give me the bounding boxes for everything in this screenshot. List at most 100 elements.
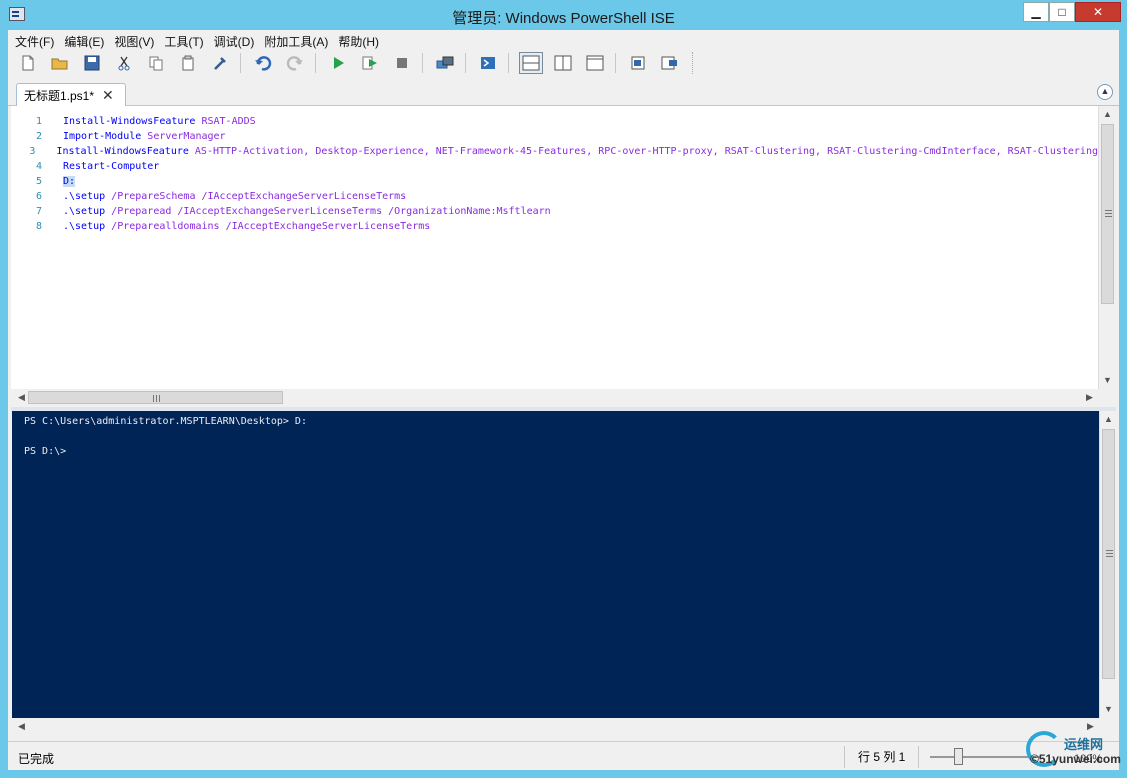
zoom-slider-thumb[interactable] [954, 748, 963, 765]
line-number: 8 [35, 221, 42, 232]
editor-vscroll-thumb[interactable] [1101, 124, 1114, 304]
status-bar: 已完成 行 5 列 1 100% [8, 741, 1119, 770]
clear-icon[interactable] [208, 52, 232, 74]
copy-icon[interactable] [144, 52, 168, 74]
scroll-down-icon[interactable]: ▼ [1100, 701, 1117, 718]
toolbar [8, 50, 1119, 76]
code-args: /PrepareSchema /IAcceptExchangeServerLic… [105, 191, 407, 202]
code-line: 8 .\setup /Preparealldomains /IAcceptExch… [11, 219, 1098, 234]
show-command-icon[interactable] [626, 52, 650, 74]
menu-edit[interactable]: 编辑(E) [61, 30, 111, 50]
console-vscroll-thumb[interactable] [1102, 429, 1115, 679]
menu-tools[interactable]: 工具(T) [161, 30, 210, 50]
toolbar-separator [240, 53, 241, 73]
collapse-script-pane-icon[interactable]: ▲ [1097, 84, 1113, 100]
code-args: /Preparead /IAcceptExchangeServerLicense… [105, 206, 551, 217]
watermark-logo: 运维网 ©51yunwei.com [1020, 728, 1121, 774]
new-file-icon[interactable] [16, 52, 40, 74]
console-vertical-scrollbar[interactable]: ▲ ▼ [1099, 411, 1117, 718]
open-folder-icon[interactable] [48, 52, 72, 74]
undo-icon[interactable] [251, 52, 275, 74]
menu-file[interactable]: 文件(F) [12, 30, 61, 50]
run-script-icon[interactable] [326, 52, 350, 74]
toolbar-separator [465, 53, 466, 73]
toolbar-separator [422, 53, 423, 73]
layout-top-icon[interactable] [519, 52, 543, 74]
code-cmd: Install-WindowsFeature [56, 146, 189, 157]
menu-debug[interactable]: 调试(D) [211, 30, 262, 50]
watermark-sub: ©51yunwei.com [1030, 752, 1121, 766]
toolbar-separator [315, 53, 316, 73]
editor-hscroll-thumb[interactable] [28, 391, 283, 404]
script-tab-strip: 无标题1.ps1* ✕ ▲ [8, 78, 1119, 107]
code-line: 7 .\setup /Preparead /IAcceptExchangeServ… [11, 204, 1098, 219]
code-cmd: .\setup [63, 191, 106, 202]
code-args: ServerManager [141, 131, 226, 142]
code-cmd: .\setup [63, 206, 106, 217]
close-window-button[interactable]: ✕ [1075, 2, 1121, 22]
window-controls: ▁ □ ✕ [1023, 2, 1121, 22]
code-cmd: Import-Module [63, 131, 142, 142]
tab-label: 无标题1.ps1* [24, 89, 95, 103]
editor-horizontal-scrollbar[interactable]: ◀ ▶ [11, 389, 1098, 407]
ise-window: 文件(F) 编辑(E) 视图(V) 工具(T) 调试(D) 附加工具(A) 帮助… [8, 30, 1119, 770]
status-text: 已完成 [18, 752, 55, 766]
console-prompt: PS D:\> [24, 446, 67, 457]
close-tab-icon[interactable]: ✕ [102, 87, 114, 104]
minimize-button[interactable]: ▁ [1023, 2, 1049, 22]
line-number: 3 [29, 146, 36, 157]
script-editor[interactable]: 1 Install-WindowsFeature RSAT-ADDS 2 Impor… [11, 106, 1098, 389]
code-line: 4 Restart-Computer [11, 159, 1098, 174]
toolbar-separator [615, 53, 616, 73]
menu-bar: 文件(F) 编辑(E) 视图(V) 工具(T) 调试(D) 附加工具(A) 帮助… [8, 30, 1119, 50]
code-line: 6 .\setup /PrepareSchema /IAcceptExchange… [11, 189, 1098, 204]
code-cmd-selected: D: [63, 176, 76, 187]
code-args: RSAT-ADDS [195, 116, 256, 127]
scroll-right-icon[interactable]: ▶ [1081, 389, 1098, 406]
layout-maximize-icon[interactable] [583, 52, 607, 74]
code-line: 1 Install-WindowsFeature RSAT-ADDS [11, 114, 1098, 129]
watermark-brand: 运维网 [1064, 737, 1104, 752]
redo-icon[interactable] [283, 52, 307, 74]
tab-untitled1[interactable]: 无标题1.ps1* ✕ [16, 83, 126, 107]
run-selection-icon[interactable] [358, 52, 382, 74]
line-number: 5 [35, 176, 42, 187]
code-line: 3 Install-WindowsFeature AS-HTTP-Activati… [11, 144, 1098, 159]
line-number: 4 [35, 161, 42, 172]
menu-view[interactable]: 视图(V) [111, 30, 161, 50]
cut-icon[interactable] [112, 52, 136, 74]
editor-vertical-scrollbar[interactable]: ▲ ▼ [1098, 106, 1116, 389]
toolbar-separator [508, 53, 509, 73]
toolbar-gripper [692, 52, 699, 74]
line-number: 6 [35, 191, 42, 202]
maximize-button[interactable]: □ [1049, 2, 1075, 22]
status-divider [844, 746, 845, 768]
scroll-up-icon[interactable]: ▲ [1099, 106, 1116, 123]
status-divider [918, 746, 919, 768]
window-title: 管理员: Windows PowerShell ISE [452, 10, 675, 27]
line-number: 1 [35, 116, 42, 127]
save-icon[interactable] [80, 52, 104, 74]
title-bar: 管理员: Windows PowerShell ISE ▁ □ ✕ [0, 0, 1127, 30]
scroll-up-icon[interactable]: ▲ [1100, 411, 1117, 428]
scroll-left-icon[interactable]: ◀ [13, 718, 30, 735]
console-pane[interactable]: PS C:\Users\administrator.MSPTLEARN\Desk… [12, 411, 1099, 718]
menu-addons[interactable]: 附加工具(A) [261, 30, 335, 50]
code-line: 2 Import-Module ServerManager [11, 129, 1098, 144]
remote-powershell-icon[interactable] [433, 52, 457, 74]
code-args: /Preparealldomains /IAcceptExchangeServe… [105, 221, 431, 232]
powershell-console-icon[interactable] [476, 52, 500, 74]
code-cmd: Restart-Computer [63, 161, 160, 172]
code-cmd: Install-WindowsFeature [63, 116, 196, 127]
line-number: 2 [35, 131, 42, 142]
code-args: AS-HTTP-Activation, Desktop-Experience, … [188, 146, 1098, 157]
layout-right-icon[interactable] [551, 52, 575, 74]
stop-icon[interactable] [390, 52, 414, 74]
show-command-addon-icon[interactable] [658, 52, 682, 74]
scroll-down-icon[interactable]: ▼ [1099, 372, 1116, 389]
menu-help[interactable]: 帮助(H) [335, 30, 386, 50]
paste-icon[interactable] [176, 52, 200, 74]
console-line: PS C:\Users\administrator.MSPTLEARN\Desk… [24, 416, 307, 427]
console-horizontal-scrollbar[interactable]: ◀ ▶ [11, 718, 1099, 736]
cursor-position: 行 5 列 1 [858, 750, 906, 764]
